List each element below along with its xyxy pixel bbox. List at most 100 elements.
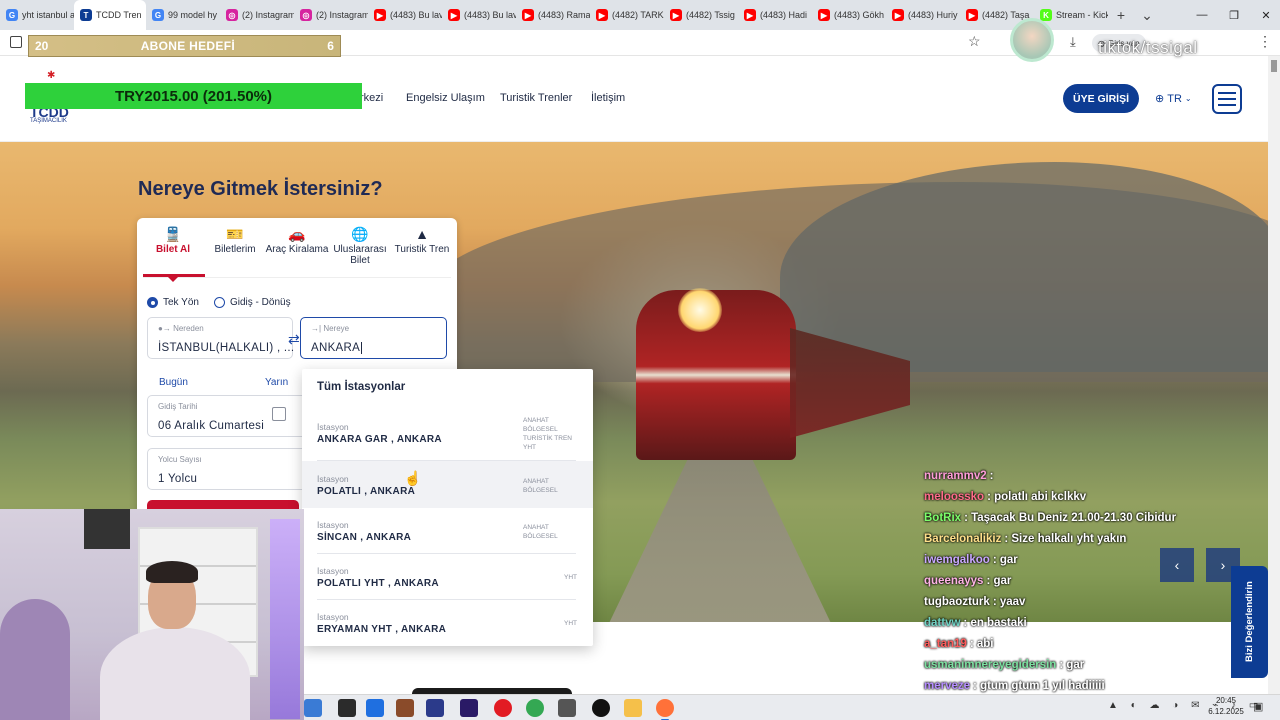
chat-username[interactable]: dattvw xyxy=(924,617,960,629)
browser-tab-bar: Gyht istanbul a T TCDD Tren ✕ G 99 model hy ◎ (… xyxy=(0,0,1280,30)
streamer-shirt xyxy=(100,627,250,720)
opera-icon[interactable] xyxy=(494,699,512,717)
profile-avatar xyxy=(1010,18,1054,62)
member-login-button[interactable]: ÜYE GİRİŞİ xyxy=(1063,84,1139,113)
tomorrow-link[interactable]: Yarın xyxy=(265,377,288,388)
chat-username[interactable]: iwemgalkoo xyxy=(924,554,990,566)
browser-tab[interactable]: TTCDD Tren✕ xyxy=(74,0,146,30)
tab-buy-ticket[interactable]: 🚆 Bilet Al xyxy=(141,226,205,255)
browser-tab[interactable]: ◎ (2) Instagram xyxy=(294,0,368,30)
nav-item-center[interactable]: rkezi xyxy=(360,92,383,104)
webcam-overlay xyxy=(0,509,304,720)
tab-favicon-icon: G xyxy=(6,9,18,21)
browser-tab[interactable]: Gyht istanbul a xyxy=(0,0,74,30)
start-apps-icon[interactable] xyxy=(338,699,356,717)
browser-tab[interactable]: ▶ (4482) Tssig xyxy=(664,0,738,30)
to-label: →| Nereye xyxy=(311,324,350,333)
radio-round-trip[interactable]: Gidiş - Dönüş xyxy=(214,297,291,308)
nav-item-touristic[interactable]: Turistik Trenler xyxy=(500,92,572,104)
passenger-count-field[interactable]: Yolcu Sayısı 1 Yolcu xyxy=(147,448,307,490)
dots-app-icon[interactable] xyxy=(426,699,444,717)
tab-favicon-icon: K xyxy=(1040,9,1052,21)
chat-message: Barcelonalikiz: Size halkalı yht yakın xyxy=(924,533,1126,545)
globe-icon: 🌐 xyxy=(351,226,369,242)
logo-star-icon: ✱ xyxy=(47,70,56,81)
calendar-icon[interactable] xyxy=(272,407,286,421)
premiere-icon[interactable] xyxy=(460,699,478,717)
chat-username[interactable]: queenayys xyxy=(924,575,983,587)
notification-icon[interactable]: ▣ xyxy=(1253,700,1263,713)
minimize-icon[interactable]: — xyxy=(1186,0,1218,30)
tab-international[interactable]: 🌐 Uluslararası Bilet xyxy=(328,226,392,266)
ticket-icon: 🎫 xyxy=(226,226,244,242)
app-icon[interactable] xyxy=(558,699,576,717)
railway-track xyxy=(600,442,840,622)
browser-tab[interactable]: ▶ (4483) Gökh xyxy=(812,0,886,30)
tab-label: (4483) Huriy xyxy=(908,10,958,20)
browser-tab[interactable]: ▶ (4483) Rama xyxy=(516,0,590,30)
chat-username[interactable]: nurrammv2 xyxy=(924,470,987,482)
chat-username[interactable]: meloossko xyxy=(924,491,984,503)
bookmark-star-icon[interactable]: ☆ xyxy=(968,33,981,50)
tab-label: TCDD Tren xyxy=(96,10,142,20)
tab-list-chevron-icon[interactable]: ⌄ xyxy=(1134,7,1160,24)
tab-car-rental[interactable]: 🚗 Araç Kiralama xyxy=(265,226,329,255)
page-scrollbar[interactable] xyxy=(1268,56,1280,694)
maximize-icon[interactable]: ❐ xyxy=(1218,0,1250,30)
chat-username[interactable]: usmanimnereyegidersin xyxy=(924,659,1056,671)
browser-tab[interactable]: ▶ (4483) Hadi xyxy=(738,0,812,30)
today-link[interactable]: Bugün xyxy=(159,377,188,388)
language-selector[interactable]: ⊕ TR ⌄ xyxy=(1155,92,1192,106)
chevron-left-icon: ‹ xyxy=(1174,557,1180,573)
chat-username[interactable]: Barcelonalikiz xyxy=(924,533,1001,545)
tab-my-tickets[interactable]: 🎫 Biletlerim xyxy=(203,226,267,255)
browser-tab[interactable]: ▶ (4483) Huriy xyxy=(886,0,960,30)
tab-favicon-icon: ▶ xyxy=(966,9,978,21)
chat-message: dattvw: en bastaki xyxy=(924,617,1027,629)
scroll-up-arrow[interactable] xyxy=(1271,60,1277,72)
feedback-tab[interactable]: Bizi Değerlendirin xyxy=(1231,566,1268,678)
download-icon[interactable]: ⤓ xyxy=(1070,34,1076,50)
firefox-icon[interactable] xyxy=(656,699,674,720)
donation-progress-bar: TRY2015.00 (201.50%) xyxy=(25,83,362,109)
browser-tab[interactable]: ▶ (4482) TARK xyxy=(590,0,664,30)
station-option-polatli[interactable]: İstasyon POLATLI , ANKARA ANAHAT BÖLGESE… xyxy=(302,461,593,508)
nav-item-accessible[interactable]: Engelsiz Ulaşım xyxy=(406,92,485,104)
folder-icon[interactable] xyxy=(624,699,642,717)
station-option-sincan[interactable]: İstasyon SİNCAN , ANKARA ANAHAT BÖLGESEL xyxy=(302,508,593,554)
hamburger-menu-button[interactable] xyxy=(1212,84,1242,114)
browser-tab[interactable]: ◎ (2) Instagram xyxy=(220,0,294,30)
chat-username[interactable]: BotRix xyxy=(924,512,961,524)
from-label: ●→ Nereden xyxy=(158,324,204,333)
outlook-icon[interactable] xyxy=(366,699,384,717)
obs-icon[interactable] xyxy=(592,699,610,717)
tab-actions-icon[interactable] xyxy=(10,36,22,48)
tab-touristic-train[interactable]: ▲ Turistik Tren xyxy=(390,226,454,255)
game-icon[interactable] xyxy=(396,699,414,717)
to-field[interactable]: →| Nereye ANKARA xyxy=(300,317,447,359)
chrome-icon[interactable] xyxy=(526,699,544,717)
new-tab-button[interactable]: + xyxy=(1108,7,1134,23)
browser-tab[interactable]: G 99 model hy xyxy=(146,0,220,30)
swap-icon[interactable]: ⇄ xyxy=(288,331,300,348)
nav-item-contact[interactable]: İletişim xyxy=(591,92,625,104)
browser-tab[interactable]: ▶ (4483) Bu lav xyxy=(442,0,516,30)
chat-username[interactable]: a_tan19 xyxy=(924,638,967,650)
chat-message: a_tan19: abi xyxy=(924,638,993,650)
taskbar-clock[interactable]: 20:45 6.12.2025 xyxy=(1204,695,1248,717)
station-option-eryaman-yht[interactable]: İstasyon ERYAMAN YHT , ANKARA YHT xyxy=(302,600,593,646)
close-window-icon[interactable]: ✕ xyxy=(1250,0,1280,30)
station-option-ankara-gar[interactable]: İstasyon ANKARA GAR , ANKARA ANAHAT BÖLG… xyxy=(302,410,593,460)
chat-username[interactable]: merveze xyxy=(924,680,970,692)
browser-menu-icon[interactable]: ⋮ xyxy=(1258,33,1272,50)
chat-username[interactable]: tugbaozturk xyxy=(924,596,990,608)
edge-icon[interactable] xyxy=(304,699,322,717)
station-option-polatli-yht[interactable]: İstasyon POLATLI YHT , ANKARA YHT xyxy=(302,554,593,600)
browser-tab[interactable]: ▶ (4483) Bu lav xyxy=(368,0,442,30)
chat-text: : xyxy=(989,470,994,482)
carousel-prev-button[interactable]: ‹ xyxy=(1160,548,1194,582)
tab-favicon-icon: ▶ xyxy=(522,9,534,21)
tab-label: (4482) Taşa xyxy=(982,10,1030,20)
from-field[interactable]: ●→ Nereden İSTANBUL(HALKALI) , ... xyxy=(147,317,294,359)
radio-one-way[interactable]: Tek Yön xyxy=(147,297,199,308)
